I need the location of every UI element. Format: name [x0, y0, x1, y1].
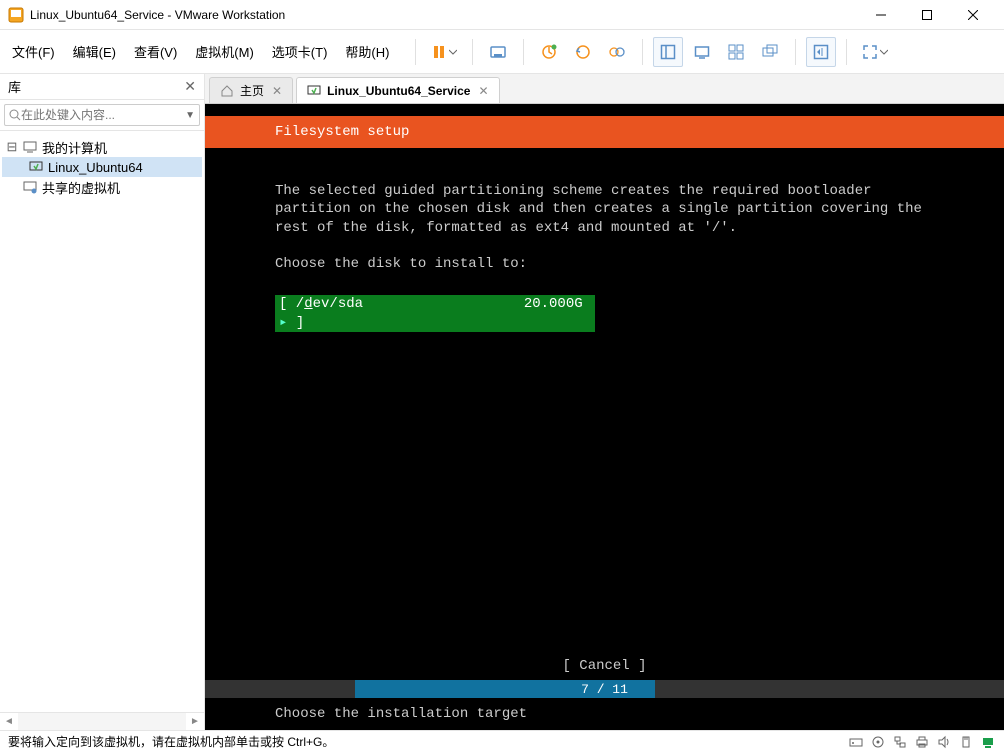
statusbar: 要将输入定向到该虚拟机，请在虚拟机内部单击或按 Ctrl+G。 [0, 730, 1004, 752]
window-title: Linux_Ubuntu64_Service - VMware Workstat… [30, 8, 858, 22]
status-message: 要将输入定向到该虚拟机，请在虚拟机内部单击或按 Ctrl+G。 [8, 733, 848, 750]
send-ctrl-alt-del-icon[interactable] [483, 37, 513, 67]
install-progress: 7 / 11 [205, 680, 1004, 698]
tab-close-icon[interactable]: ✕ [478, 84, 488, 98]
view-thumbnail-icon[interactable] [721, 37, 751, 67]
minimize-button[interactable] [858, 0, 904, 30]
hdd-icon[interactable] [848, 734, 864, 750]
library-tree: ⊟ 我的计算机 Linux_Ubuntu64 共享的虚拟机 [0, 131, 204, 712]
tab-label: Linux_Ubuntu64_Service [327, 84, 470, 98]
menu-help[interactable]: 帮助(H) [337, 38, 397, 65]
sidebar-scrollbar[interactable]: ◄ ► [0, 712, 204, 730]
tab-close-icon[interactable]: ✕ [272, 84, 282, 98]
maximize-button[interactable] [904, 0, 950, 30]
cd-icon[interactable] [870, 734, 886, 750]
app-icon [8, 7, 24, 23]
network-icon[interactable] [892, 734, 908, 750]
vm-icon [28, 159, 44, 175]
collapse-icon[interactable]: ⊟ [6, 139, 18, 155]
shared-icon [22, 179, 38, 195]
installer-body: The selected guided partitioning scheme … [205, 148, 1004, 350]
printer-icon[interactable] [914, 734, 930, 750]
vm-tab-icon [307, 84, 321, 98]
close-button[interactable] [950, 0, 996, 30]
vm-console[interactable]: Filesystem setup The selected guided par… [205, 104, 1004, 730]
search-icon [9, 109, 21, 121]
disk-option[interactable]: [ /dev/sda20.000G ▸ ] [275, 295, 595, 331]
sidebar-title: 库 [8, 77, 184, 96]
tree-label: 共享的虚拟机 [42, 178, 120, 197]
window-titlebar: Linux_Ubuntu64_Service - VMware Workstat… [0, 0, 1004, 30]
menubar: 文件(F) 编辑(E) 查看(V) 虚拟机(M) 选项卡(T) 帮助(H) [0, 30, 1004, 74]
tab-bar: 主页 ✕ Linux_Ubuntu64_Service ✕ [205, 74, 1004, 104]
tree-label: 我的计算机 [42, 138, 107, 157]
snapshot-icon[interactable] [534, 37, 564, 67]
search-dropdown-icon[interactable]: ▼ [185, 110, 195, 121]
stretch-guest-icon[interactable] [857, 37, 893, 67]
cancel-button[interactable]: [ Cancel ] [205, 652, 1004, 680]
home-icon [220, 84, 234, 98]
tree-item-vm[interactable]: Linux_Ubuntu64 [2, 157, 202, 177]
scroll-right-icon[interactable]: ► [186, 716, 204, 727]
sound-icon[interactable] [936, 734, 952, 750]
fullscreen-icon[interactable] [806, 37, 836, 67]
menu-view[interactable]: 查看(V) [126, 38, 185, 65]
view-unity-icon[interactable] [755, 37, 785, 67]
revert-snapshot-icon[interactable] [568, 37, 598, 67]
tab-vm[interactable]: Linux_Ubuntu64_Service ✕ [296, 77, 499, 103]
search-input[interactable]: ▼ [4, 104, 200, 126]
menu-file[interactable]: 文件(F) [4, 38, 63, 65]
vmtools-icon[interactable] [980, 734, 996, 750]
menu-vm[interactable]: 虚拟机(M) [187, 38, 262, 65]
scroll-left-icon[interactable]: ◄ [0, 716, 18, 727]
menu-edit[interactable]: 编辑(E) [65, 38, 124, 65]
installer-header: Filesystem setup [205, 116, 1004, 148]
tab-label: 主页 [240, 82, 264, 99]
tree-item-my-computer[interactable]: ⊟ 我的计算机 [2, 137, 202, 157]
menu-tabs[interactable]: 选项卡(T) [264, 38, 336, 65]
tree-label: Linux_Ubuntu64 [48, 160, 143, 175]
installer-hint: Choose the installation target [205, 698, 1004, 730]
view-console-icon[interactable] [687, 37, 717, 67]
view-single-icon[interactable] [653, 37, 683, 67]
usb-icon[interactable] [958, 734, 974, 750]
pause-button[interactable] [426, 37, 462, 67]
snapshot-manager-icon[interactable] [602, 37, 632, 67]
tree-item-shared[interactable]: 共享的虚拟机 [2, 177, 202, 197]
monitor-icon [22, 139, 38, 155]
tab-home[interactable]: 主页 ✕ [209, 77, 293, 103]
library-sidebar: 库 ✕ ▼ ⊟ 我的计算机 Linux_Ubuntu64 共享 [0, 74, 205, 730]
sidebar-close-icon[interactable]: ✕ [184, 78, 196, 95]
